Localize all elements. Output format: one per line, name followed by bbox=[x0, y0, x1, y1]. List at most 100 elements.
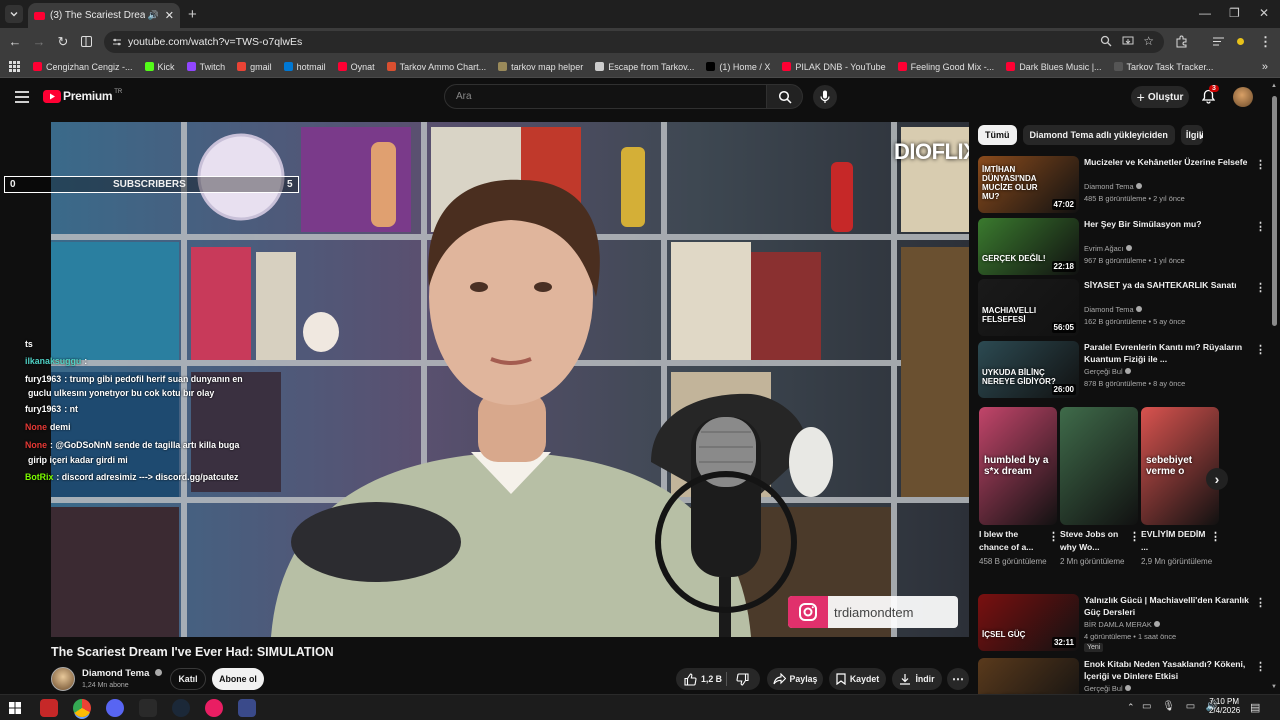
clock[interactable]: 7:10 PM 2/4/2026 bbox=[1209, 697, 1240, 715]
bookmark-item[interactable]: Escape from Tarkov... bbox=[595, 62, 694, 72]
recommendation-channel[interactable]: Diamond Tema bbox=[1084, 305, 1142, 314]
channel-name-row[interactable]: Diamond Tema bbox=[82, 668, 163, 679]
short-item[interactable]: Steve Jobs on why Wo... ⋮ 2 Mn görüntüleme bbox=[1060, 407, 1140, 568]
recommendation-menu-button[interactable]: ⋮ bbox=[1255, 343, 1266, 356]
short-title[interactable]: I blew the chance of a... bbox=[979, 528, 1047, 554]
share-button[interactable]: Paylaş bbox=[767, 668, 823, 690]
scroll-up-arrow[interactable]: ▲ bbox=[1271, 83, 1277, 89]
recommendation-item[interactable]: İMTİHAN DÜNYASI'NDA MUCİZE OLUR MU? 47:02… bbox=[978, 156, 1270, 214]
chrome-icon[interactable] bbox=[73, 699, 91, 717]
page-scrollbar-thumb[interactable] bbox=[1272, 96, 1277, 326]
video-thumbnail[interactable]: UYKUDA BİLİNÇ NEREYE GİDİYOR? 26:00 bbox=[978, 341, 1079, 398]
save-button[interactable]: Kaydet bbox=[829, 668, 886, 690]
recommendation-channel[interactable]: Gerçeği Bul bbox=[1084, 684, 1131, 693]
bookmark-item[interactable]: Feeling Good Mix -... bbox=[897, 62, 994, 72]
recommendation-channel[interactable]: Gerçeği Bul bbox=[1084, 367, 1131, 376]
install-app-icon[interactable] bbox=[1122, 35, 1134, 47]
search-button[interactable] bbox=[766, 84, 803, 109]
recommendation-item[interactable]: İÇSEL GÜÇ 32:11 Yalnızlık Gücü | Machiavel… bbox=[978, 594, 1270, 652]
search-input[interactable]: Ara bbox=[444, 84, 767, 109]
recommendation-channel[interactable]: BİR DAMLA MERAK bbox=[1084, 620, 1160, 629]
taskbar-app-4-icon[interactable] bbox=[139, 699, 157, 717]
short-title[interactable]: Steve Jobs on why Wo... bbox=[1060, 528, 1128, 554]
chips-next-icon[interactable]: › bbox=[1199, 129, 1203, 143]
taskbar-app-7-icon[interactable] bbox=[238, 699, 256, 717]
tab-search-button[interactable] bbox=[5, 5, 23, 23]
browser-menu-button[interactable]: ⋮ bbox=[1259, 34, 1272, 50]
discord-icon[interactable] bbox=[106, 699, 124, 717]
zoom-icon[interactable] bbox=[1100, 35, 1112, 47]
notification-center-icon[interactable]: ▤ bbox=[1250, 701, 1260, 714]
hamburger-menu-icon[interactable] bbox=[15, 91, 29, 103]
subscribe-button[interactable]: Abone ol bbox=[212, 668, 264, 690]
reading-list-icon[interactable] bbox=[1212, 35, 1225, 48]
bookmark-item[interactable]: hotmail bbox=[283, 62, 326, 72]
notifications-button[interactable]: 3 bbox=[1202, 85, 1219, 104]
profile-dot-icon[interactable] bbox=[1237, 38, 1244, 45]
address-bar[interactable]: youtube.com/watch?v=TWS-o7qlwEs ☆ bbox=[104, 31, 1164, 53]
short-menu-button[interactable]: ⋮ bbox=[1048, 530, 1059, 543]
recommendation-title[interactable]: SİYASET ya da SAHTEKARLIK Sanatı bbox=[1084, 279, 1256, 291]
recommendation-title[interactable]: Mucizeler ve Kehânetler Üzerine Felsefe bbox=[1084, 156, 1256, 168]
shorts-next-button[interactable]: › bbox=[1206, 468, 1228, 490]
like-button[interactable]: 1,2 B bbox=[684, 672, 722, 686]
side-panel-button[interactable] bbox=[80, 35, 94, 49]
speaker-icon[interactable]: 🔊 bbox=[148, 10, 159, 21]
voice-search-button[interactable] bbox=[813, 85, 837, 109]
extensions-icon[interactable] bbox=[1175, 35, 1188, 48]
recommendation-item[interactable]: MACHIAVELLI FELSEFESİ 56:05 SİYASET ya da … bbox=[978, 279, 1270, 337]
bookmark-item[interactable]: Twitch bbox=[186, 62, 225, 72]
short-menu-button[interactable]: ⋮ bbox=[1210, 530, 1221, 543]
more-actions-button[interactable]: ⋯ bbox=[947, 668, 969, 690]
media-player-icon[interactable] bbox=[205, 699, 223, 717]
close-window-button[interactable]: ✕ bbox=[1259, 6, 1269, 20]
tab-close-icon[interactable]: ✕ bbox=[165, 9, 174, 22]
recommendation-menu-button[interactable]: ⋮ bbox=[1255, 660, 1266, 673]
bookmark-item[interactable]: tarkov map helper bbox=[498, 62, 583, 72]
steam-icon[interactable] bbox=[172, 699, 190, 717]
bookmark-item[interactable]: Tarkov Ammo Chart... bbox=[386, 62, 486, 72]
short-thumbnail[interactable]: sebebiyet verme o bbox=[1141, 407, 1219, 525]
bookmark-star-icon[interactable]: ☆ bbox=[1143, 34, 1154, 48]
recommendation-channel[interactable]: Evrim Ağacı bbox=[1084, 244, 1132, 253]
short-title[interactable]: EVLİYİM DEDİM ... bbox=[1141, 528, 1209, 554]
bookmark-item[interactable]: (1) Home / X bbox=[706, 62, 770, 72]
scroll-down-arrow[interactable]: ▼ bbox=[1271, 684, 1277, 690]
bookmark-item[interactable]: Dark Blues Music |... bbox=[1006, 62, 1102, 72]
video-thumbnail[interactable]: İMTİHAN DÜNYASI'NDA MUCİZE OLUR MU? 47:02 bbox=[978, 156, 1079, 213]
channel-name[interactable]: Diamond Tema bbox=[82, 668, 149, 679]
recommendation-item[interactable]: GERÇEK DEĞİL! 22:18 Her Şey Bir Simülasyon… bbox=[978, 218, 1270, 276]
back-button[interactable]: ← bbox=[8, 35, 22, 49]
taskbar-app-1-icon[interactable] bbox=[40, 699, 58, 717]
account-avatar[interactable] bbox=[1233, 87, 1253, 107]
reload-button[interactable]: ↻ bbox=[56, 35, 70, 49]
recommendation-title[interactable]: Yalnızlık Gücü | Machiavelli'den Karanlı… bbox=[1084, 594, 1256, 618]
create-button[interactable]: + Oluştur bbox=[1131, 86, 1189, 108]
short-item[interactable]: sebebiyet verme o EVLİYİM DEDİM ... ⋮ 2,9 M… bbox=[1141, 407, 1221, 568]
minimize-button[interactable]: — bbox=[1199, 6, 1211, 20]
video-thumbnail[interactable]: İÇSEL GÜÇ 32:11 bbox=[978, 594, 1079, 651]
recommendation-item[interactable]: UYKUDA BİLİNÇ NEREYE GİDİYOR? 26:00 Parale… bbox=[978, 341, 1270, 399]
recommendation-title[interactable]: Enok Kitabı Neden Yasaklandı? Kökeni, İç… bbox=[1084, 658, 1256, 682]
bookmark-item[interactable]: Oynat bbox=[337, 62, 375, 72]
bookmark-item[interactable]: Cengizhan Cengiz -... bbox=[33, 62, 133, 72]
more-bookmarks-icon[interactable]: » bbox=[1262, 61, 1268, 73]
join-button[interactable]: Katıl bbox=[170, 668, 206, 690]
restore-button[interactable]: ❐ bbox=[1229, 6, 1240, 20]
short-thumbnail[interactable]: humbled by a s*x dream bbox=[979, 407, 1057, 525]
recommendation-menu-button[interactable]: ⋮ bbox=[1255, 220, 1266, 233]
site-info-icon[interactable] bbox=[112, 37, 122, 47]
bookmark-item[interactable]: Tarkov Task Tracker... bbox=[1113, 62, 1213, 72]
recommendation-menu-button[interactable]: ⋮ bbox=[1255, 158, 1266, 171]
chip-all[interactable]: Tümü bbox=[978, 125, 1017, 145]
bookmark-item[interactable]: Kick bbox=[144, 62, 175, 72]
tray-overflow-icon[interactable]: ⌃ bbox=[1127, 702, 1135, 713]
recommendation-menu-button[interactable]: ⋮ bbox=[1255, 281, 1266, 294]
recommendation-channel[interactable]: Diamond Tema bbox=[1084, 182, 1142, 191]
apps-grid-icon[interactable] bbox=[8, 60, 21, 73]
video-thumbnail[interactable]: MACHIAVELLI FELSEFESİ 56:05 bbox=[978, 279, 1079, 336]
new-tab-button[interactable]: + bbox=[188, 6, 197, 23]
short-item[interactable]: humbled by a s*x dream I blew the chance … bbox=[979, 407, 1059, 568]
download-button[interactable]: İndir bbox=[892, 668, 942, 690]
bookmark-item[interactable]: PILAK DNB - YouTube bbox=[782, 62, 886, 72]
